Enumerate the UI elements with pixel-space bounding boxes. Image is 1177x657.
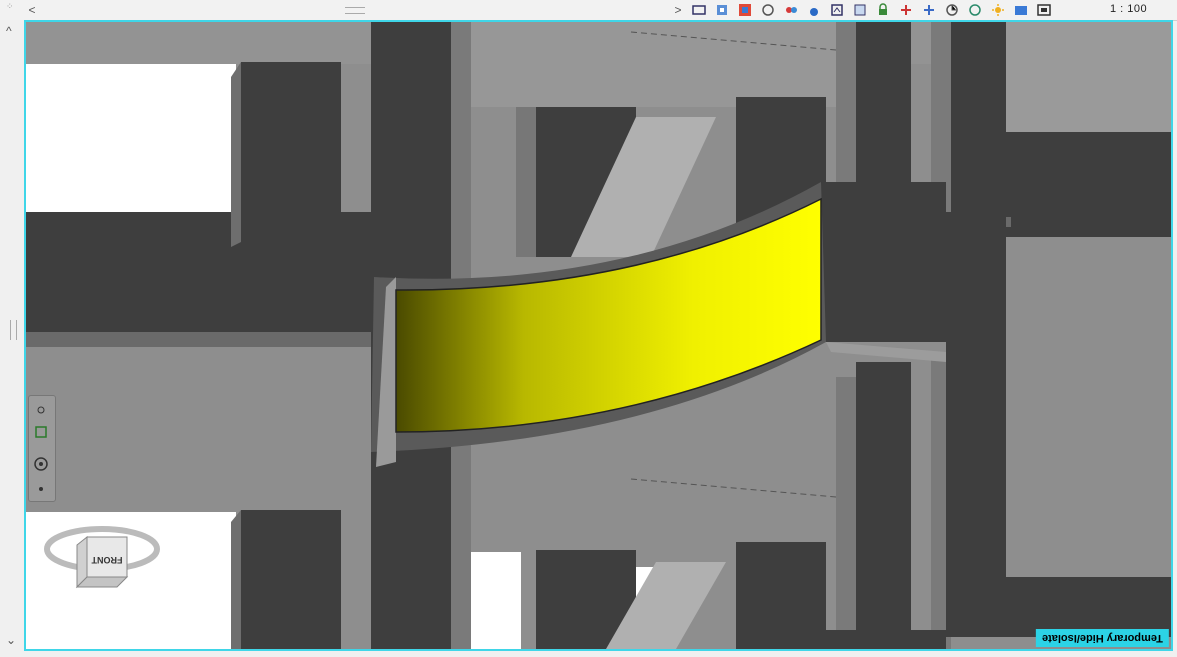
view-cube[interactable]: FRONT bbox=[42, 517, 162, 607]
column bbox=[856, 362, 911, 649]
column bbox=[241, 62, 341, 242]
show-crop-icon[interactable] bbox=[851, 1, 869, 19]
view-tools bbox=[690, 1, 1053, 19]
scroll-right-button[interactable]: > bbox=[670, 1, 686, 19]
column bbox=[951, 22, 1006, 217]
column bbox=[736, 542, 826, 649]
vertical-scrollbar[interactable]: ^ ⌄ bbox=[0, 20, 24, 657]
render-icon[interactable] bbox=[805, 1, 823, 19]
grip-icon[interactable]: ⁘ bbox=[6, 2, 14, 14]
temporary-hide-icon[interactable] bbox=[897, 1, 915, 19]
highlight-displacement-icon[interactable] bbox=[1012, 1, 1030, 19]
visual-style-icon[interactable] bbox=[736, 1, 754, 19]
worksharing-icon[interactable] bbox=[943, 1, 961, 19]
analytical-model-icon[interactable] bbox=[989, 1, 1007, 19]
view-control-bar: ⁘ < > 1 : 100 bbox=[0, 0, 1177, 21]
temporary-hide-isolate-banner: Temporary Hide/Isolate bbox=[1036, 629, 1169, 647]
scroll-up-button[interactable]: ^ bbox=[6, 24, 12, 38]
column bbox=[241, 510, 341, 649]
column bbox=[856, 22, 911, 187]
scale-icon[interactable] bbox=[690, 1, 708, 19]
vertical-scroll-thumb[interactable] bbox=[10, 320, 17, 340]
3d-viewport[interactable]: FRONT Temporary Hide/Isolate bbox=[24, 20, 1173, 651]
crop-view-icon[interactable] bbox=[828, 1, 846, 19]
navigation-bar bbox=[28, 395, 56, 502]
view-cube-face-label: FRONT bbox=[91, 555, 122, 565]
scroll-left-button[interactable]: < bbox=[24, 1, 40, 19]
view-scale[interactable]: 1 : 100 bbox=[1110, 3, 1147, 15]
beam bbox=[1001, 577, 1171, 637]
nav-pin-icon[interactable] bbox=[33, 402, 49, 418]
scroll-down-button[interactable]: ⌄ bbox=[6, 633, 16, 647]
horizontal-scroll-thumb[interactable] bbox=[345, 7, 365, 14]
beam bbox=[1006, 132, 1171, 237]
lock-3d-icon[interactable] bbox=[874, 1, 892, 19]
design-options-icon[interactable] bbox=[966, 1, 984, 19]
detail-level-icon[interactable] bbox=[713, 1, 731, 19]
reveal-hidden-icon[interactable] bbox=[920, 1, 938, 19]
steering-wheel-icon[interactable] bbox=[33, 456, 49, 472]
toggle-display-icon[interactable] bbox=[1035, 1, 1053, 19]
opening bbox=[26, 64, 236, 229]
sun-path-icon[interactable] bbox=[759, 1, 777, 19]
shadows-icon[interactable] bbox=[782, 1, 800, 19]
nav-options-icon[interactable] bbox=[33, 481, 49, 497]
structural-model bbox=[26, 22, 1171, 649]
zoom-icon[interactable] bbox=[33, 424, 49, 440]
